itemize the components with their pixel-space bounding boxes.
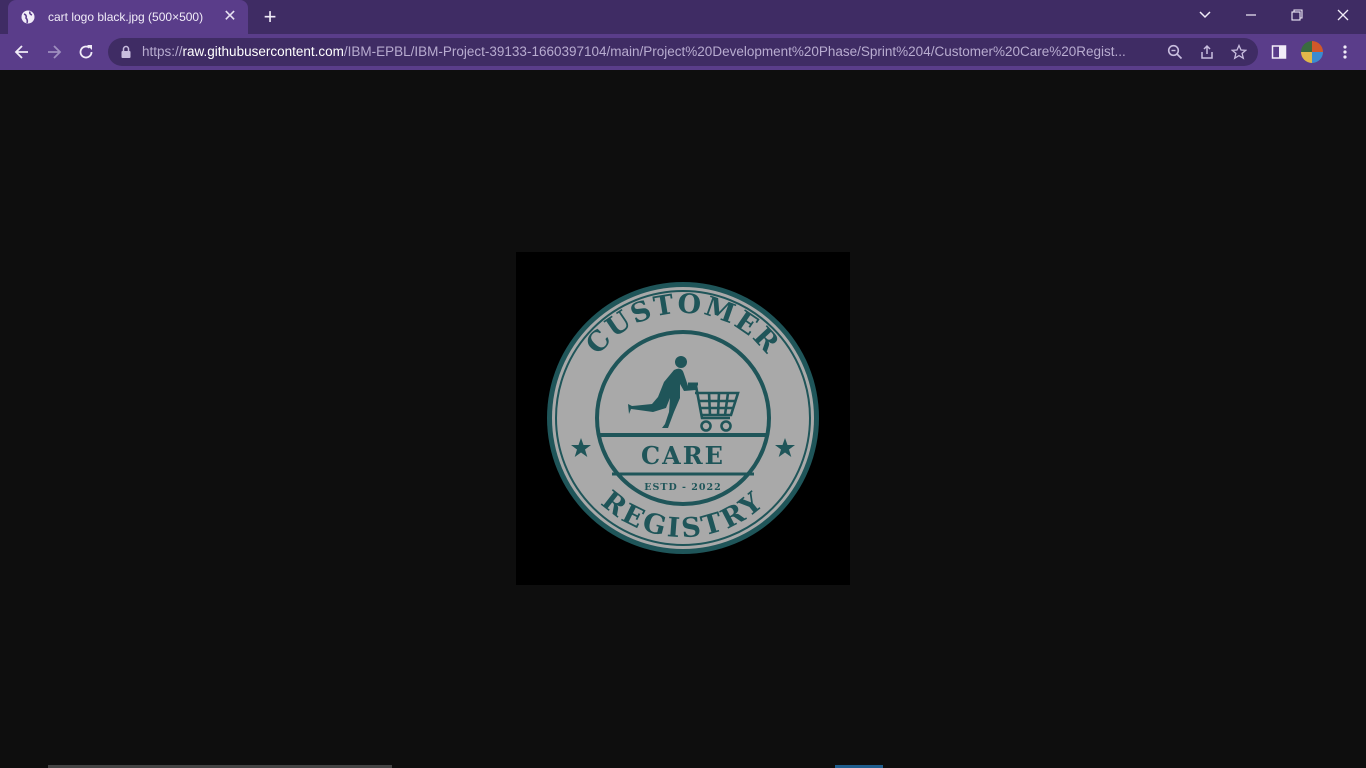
restore-icon xyxy=(1291,9,1303,21)
reload-button[interactable] xyxy=(73,40,99,64)
badge-fill xyxy=(552,287,814,549)
page-viewport: CUSTOMER REGISTRY CARE ESTD - 2022 xyxy=(0,70,1366,768)
title-bar: cart logo black.jpg (500×500) ✕ + xyxy=(0,0,1366,34)
reload-icon xyxy=(79,45,93,59)
logo-estd-text: ESTD - 2022 xyxy=(644,482,721,493)
browser-tab[interactable]: cart logo black.jpg (500×500) ✕ xyxy=(8,0,248,34)
address-bar[interactable]: https://raw.githubusercontent.com/IBM-EP… xyxy=(108,38,1258,66)
close-tab-icon[interactable]: ✕ xyxy=(222,9,238,25)
globe-icon xyxy=(20,9,36,25)
url-path: /IBM-EPBL/IBM-Project-39133-1660397104/m… xyxy=(343,44,1126,59)
minimize-icon xyxy=(1246,14,1256,16)
close-window-button[interactable] xyxy=(1320,0,1366,30)
arrow-left-icon xyxy=(14,45,28,59)
forward-button[interactable] xyxy=(41,40,67,64)
more-vertical-icon xyxy=(1343,45,1347,59)
url-scheme: https:// xyxy=(142,44,183,59)
logo-image: CUSTOMER REGISTRY CARE ESTD - 2022 xyxy=(516,252,850,585)
side-panel-icon xyxy=(1271,45,1287,59)
restore-button[interactable] xyxy=(1274,0,1320,30)
profile-avatar[interactable] xyxy=(1301,41,1323,63)
zoom-icon[interactable] xyxy=(1166,43,1184,61)
chevron-down-icon xyxy=(1199,11,1211,19)
logo-center-text: CARE xyxy=(641,441,725,470)
tab-search-button[interactable] xyxy=(1182,0,1228,30)
minimize-button[interactable] xyxy=(1228,0,1274,30)
tab-title: cart logo black.jpg (500×500) xyxy=(48,10,204,24)
new-tab-button[interactable]: + xyxy=(258,6,282,28)
share-icon[interactable] xyxy=(1198,43,1216,61)
lock-icon[interactable] xyxy=(120,45,132,59)
menu-button[interactable] xyxy=(1334,42,1356,62)
browser-toolbar: https://raw.githubusercontent.com/IBM-EP… xyxy=(0,34,1366,70)
bookmark-star-icon[interactable] xyxy=(1230,43,1248,61)
arrow-right-icon xyxy=(48,45,62,59)
side-panel-button[interactable] xyxy=(1268,42,1290,62)
url-host: raw.githubusercontent.com xyxy=(182,44,344,59)
close-icon xyxy=(1337,9,1349,21)
back-button[interactable] xyxy=(9,40,35,64)
url-text[interactable]: https://raw.githubusercontent.com/IBM-EP… xyxy=(142,44,1154,60)
